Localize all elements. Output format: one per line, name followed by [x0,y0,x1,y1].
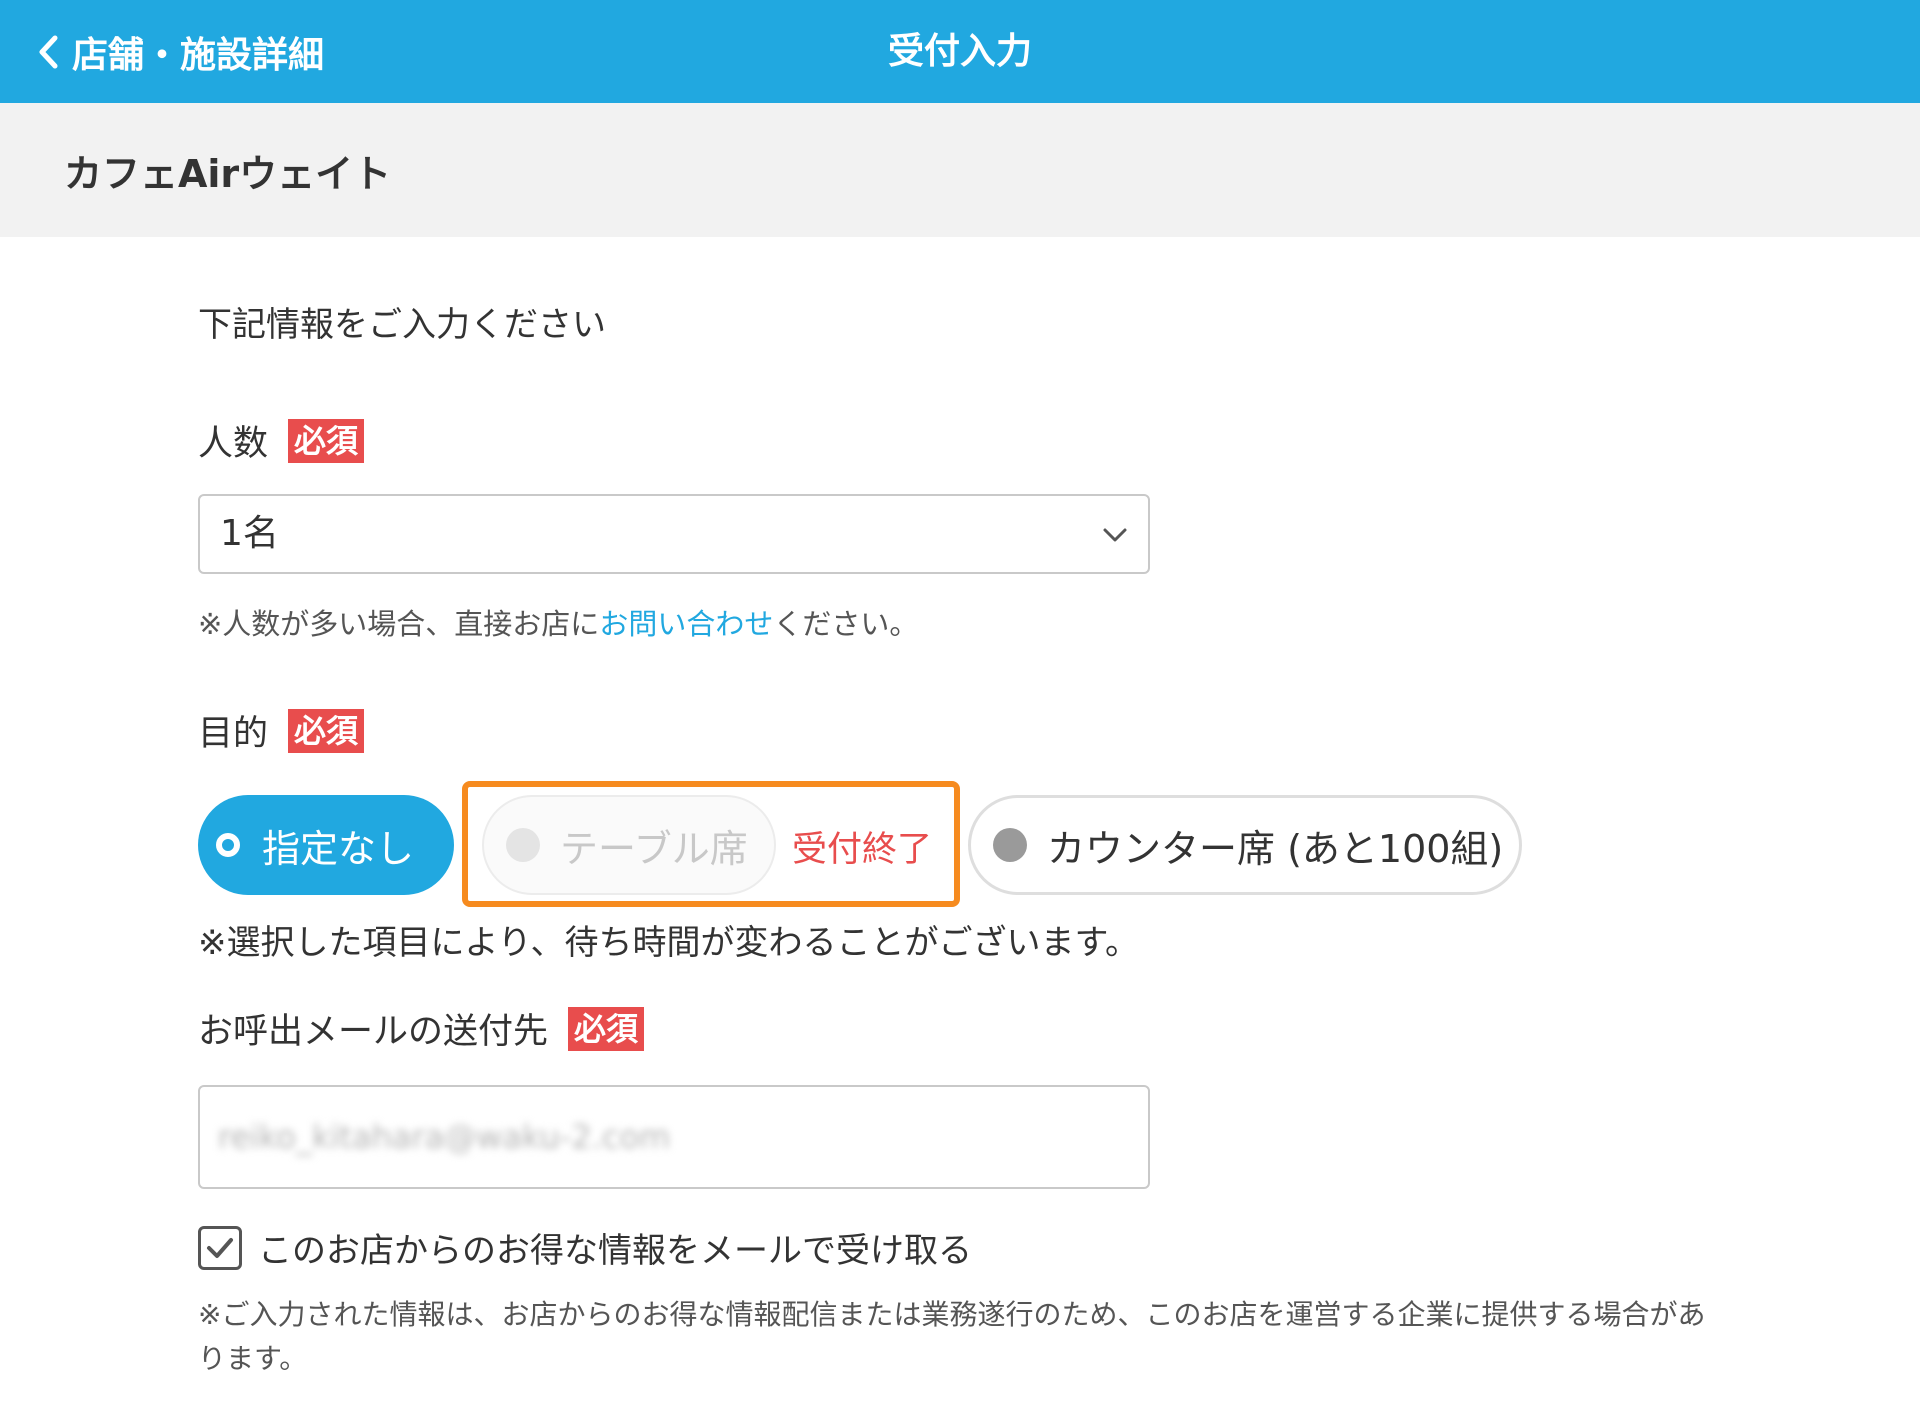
newsletter-checkbox[interactable] [198,1225,242,1270]
email-label-row: お呼出メールの送付先 必須 [198,1003,645,1054]
people-select[interactable]: 1名 [198,494,1150,574]
purpose-option-label: 指定なし [262,826,415,871]
purpose-option-label: テーブル席 [560,826,748,871]
purpose-label-row: 目的 必須 [198,705,365,756]
required-badge: 必須 [288,418,365,463]
newsletter-label: このお店からのお得な情報をメールで受け取る [258,1231,972,1271]
purpose-option-counter[interactable]: カウンター席 (あと100組) [968,795,1522,895]
top-app-bar: 店舗・施設詳細 受付入力 [0,0,1920,103]
radio-unselected-icon [993,828,1027,862]
reception-closed-label: 受付終了 [792,830,933,870]
purpose-label: 目的 [198,714,269,754]
purpose-note: ※選択した項目により、待ち時間が変わることがございます。 [198,923,1140,963]
chevron-down-icon [1103,528,1127,542]
contact-link[interactable]: お問い合わせ [599,607,773,641]
people-label: 人数 [198,424,269,464]
required-badge: 必須 [568,1006,645,1051]
email-label: お呼出メールの送付先 [198,1012,549,1052]
required-badge: 必須 [288,708,365,753]
people-label-row: 人数 必須 [198,415,365,466]
people-note-tail: ください。 [773,607,919,641]
shop-name: カフェAirウェイト [64,152,392,196]
privacy-footnote: ※ご入力された情報は、お店からのお得な情報配信または業務遂行のため、このお店を運… [198,1298,1706,1375]
shop-header: カフェAirウェイト [0,103,1920,237]
radio-selected-icon [216,833,240,857]
checkmark-icon [207,1237,233,1258]
people-note-text: ※人数が多い場合、直接お店に [198,607,600,641]
purpose-option-label: カウンター席 (あと100組) [1047,826,1504,871]
email-field-value: reiko_kitahara@waku-2.com [218,1118,671,1156]
newsletter-checkbox-row[interactable]: このお店からのお得な情報をメールで受け取る [198,1223,972,1272]
people-select-value: 1名 [220,513,279,554]
purpose-option-table: テーブル席 [482,795,776,895]
purpose-option-none[interactable]: 指定なし [198,795,454,895]
radio-disabled-icon [506,828,540,862]
page-title: 受付入力 [887,31,1032,72]
people-note: ※人数が多い場合、直接お店にお問い合わせください。 [198,601,918,643]
email-field[interactable]: reiko_kitahara@waku-2.com [198,1085,1150,1189]
form-intro: 下記情報をご入力ください [198,305,606,345]
